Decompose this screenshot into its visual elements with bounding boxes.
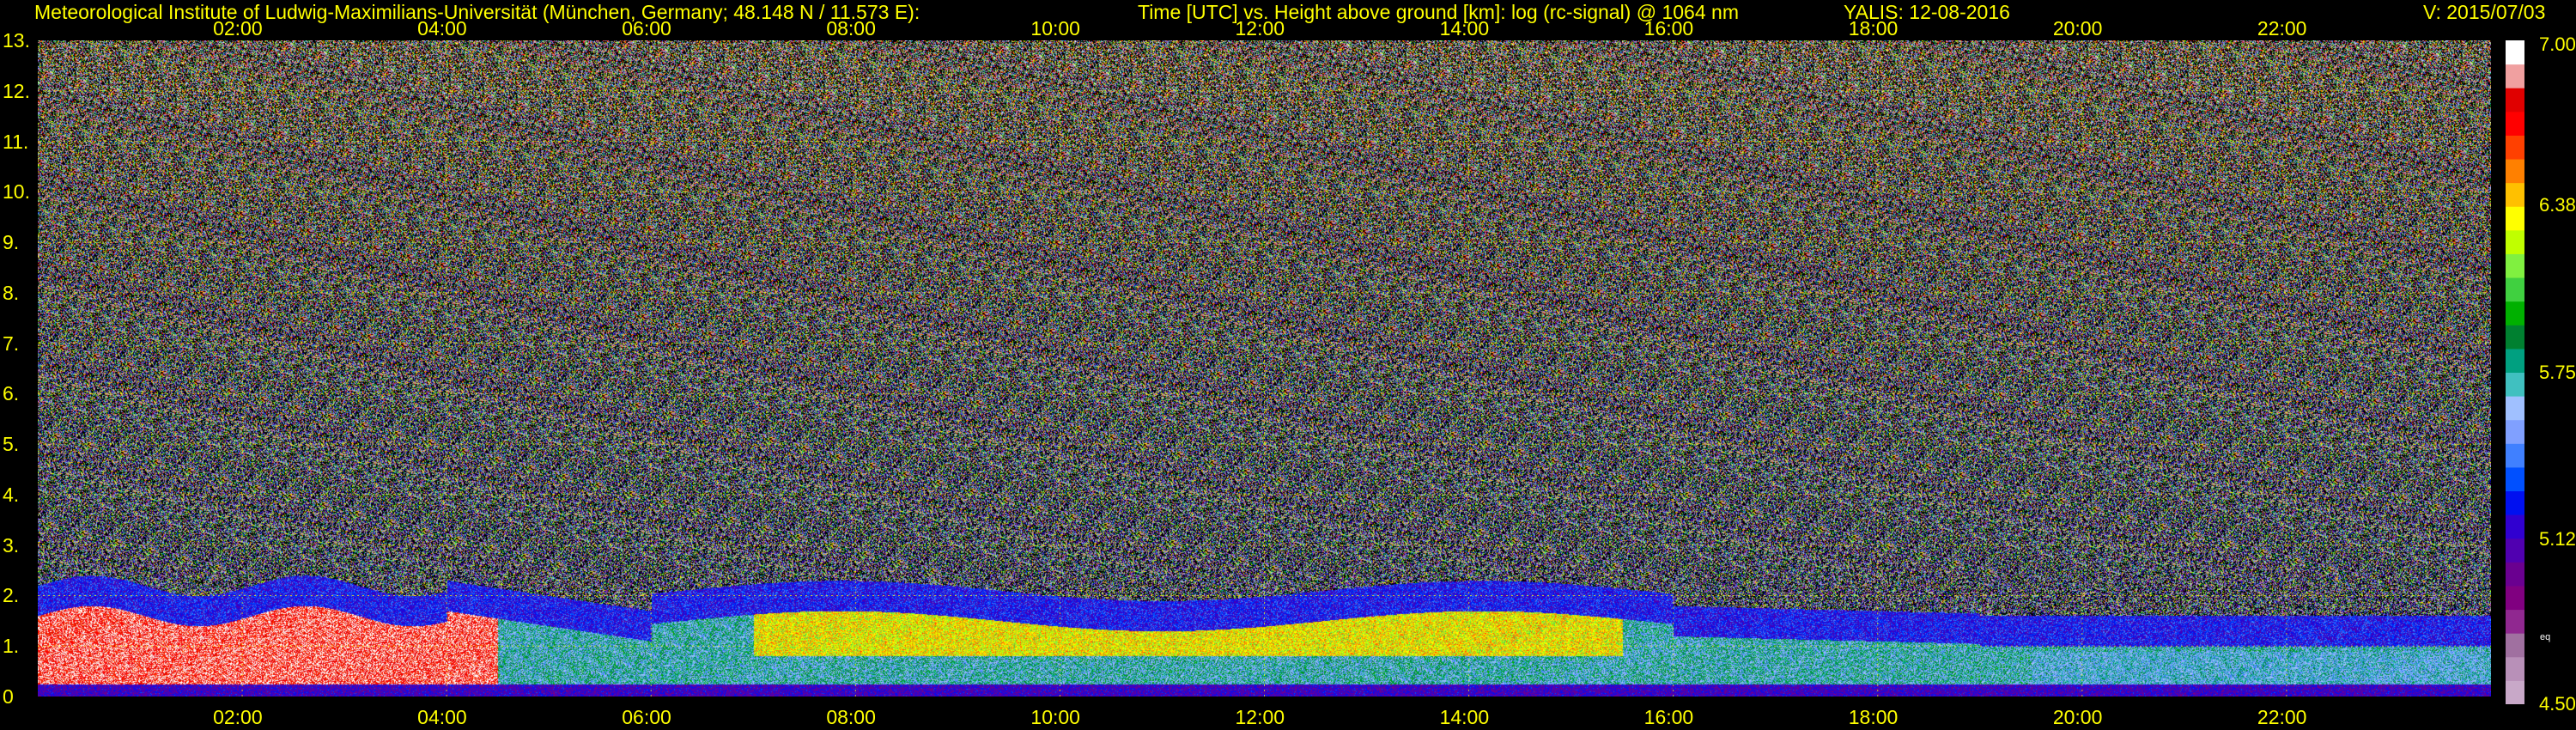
x-tick-label: 08:00 bbox=[826, 706, 876, 728]
colorbar-segment bbox=[2506, 159, 2524, 184]
backscatter-heatmap bbox=[38, 40, 2491, 697]
colorbar-segment bbox=[2506, 182, 2524, 207]
x-tick-label: 02:00 bbox=[213, 706, 263, 728]
y-tick-label: 1. bbox=[3, 635, 20, 658]
x-tick-label: 20:00 bbox=[2052, 17, 2103, 40]
x-tick-label: 06:00 bbox=[622, 17, 671, 40]
x-tick-label: 22:00 bbox=[2257, 706, 2307, 728]
colorbar-segment bbox=[2506, 419, 2524, 444]
colorbar-segment bbox=[2506, 348, 2524, 373]
colorbar-segment bbox=[2506, 253, 2524, 278]
x-tick-label: 04:00 bbox=[417, 706, 467, 728]
y-tick-label: 6. bbox=[3, 382, 20, 405]
colorbar-segment bbox=[2506, 111, 2524, 136]
colorbar-segment bbox=[2506, 325, 2524, 350]
colorbar-segment bbox=[2506, 585, 2524, 611]
y-tick-label: 7. bbox=[3, 332, 20, 355]
colorbar-segment bbox=[2506, 40, 2524, 65]
x-tick-label: 16:00 bbox=[1643, 17, 1694, 40]
x-tick-label: 08:00 bbox=[826, 17, 876, 40]
colorbar-segment bbox=[2506, 633, 2524, 658]
x-tick-label: 02:00 bbox=[213, 17, 263, 40]
x-tick-label: 10:00 bbox=[1030, 17, 1080, 40]
colorbar-segment bbox=[2506, 656, 2524, 681]
y-tick-label: 10. bbox=[3, 180, 30, 204]
y-tick-label: 4. bbox=[3, 483, 20, 506]
colorbar-segment bbox=[2506, 229, 2524, 254]
colorbar-segment bbox=[2506, 396, 2524, 421]
y-tick-label: 8. bbox=[3, 281, 20, 304]
colorbar-segment bbox=[2506, 514, 2524, 539]
x-tick-label: 12:00 bbox=[1235, 706, 1285, 728]
colorbar-tick-label: 6.38 bbox=[2539, 193, 2576, 216]
colorbar-tick-label: 4.50 bbox=[2539, 693, 2576, 715]
header-version: V: 2015/07/03 bbox=[2423, 1, 2546, 23]
colorbar-segment bbox=[2506, 538, 2524, 563]
colorbar-segment bbox=[2506, 372, 2524, 397]
y-tick-label: 9. bbox=[3, 231, 20, 254]
colorbar-tick-label: 7.00 bbox=[2539, 33, 2576, 55]
y-tick-label: 13. bbox=[3, 29, 30, 52]
colorbar-segment bbox=[2506, 443, 2524, 468]
colorbar-eq-label: eq bbox=[2540, 632, 2551, 642]
x-tick-label: 22:00 bbox=[2257, 17, 2307, 40]
colorbar-segment bbox=[2506, 680, 2524, 704]
x-tick-label: 18:00 bbox=[1848, 17, 1899, 40]
colorbar-segment bbox=[2506, 609, 2524, 634]
colorbar-segment bbox=[2506, 490, 2524, 515]
colorbar-segment bbox=[2506, 562, 2524, 587]
colorbar-segment bbox=[2506, 301, 2524, 325]
colorbar-segment bbox=[2506, 88, 2524, 113]
colorbar-segment bbox=[2506, 277, 2524, 302]
x-tick-label: 20:00 bbox=[2052, 706, 2103, 728]
y-tick-label: 0 bbox=[3, 685, 14, 708]
x-tick-label: 04:00 bbox=[417, 17, 467, 40]
y-tick-label: 3. bbox=[3, 533, 20, 557]
colorbar-segment bbox=[2506, 64, 2524, 88]
x-tick-label: 14:00 bbox=[1439, 706, 1490, 728]
colorbar-tick-label: 5.75 bbox=[2539, 361, 2576, 383]
y-tick-label: 12. bbox=[3, 79, 30, 102]
x-tick-label: 06:00 bbox=[622, 706, 671, 728]
y-tick-label: 5. bbox=[3, 433, 20, 456]
x-tick-label: 16:00 bbox=[1643, 706, 1694, 728]
colorbar-segment bbox=[2506, 466, 2524, 492]
y-tick-label: 11. bbox=[3, 130, 29, 153]
colorbar-segment bbox=[2506, 206, 2524, 231]
x-tick-label: 14:00 bbox=[1439, 17, 1490, 40]
x-tick-label: 10:00 bbox=[1030, 706, 1080, 728]
colorbar-tick-label: 5.12 bbox=[2539, 528, 2576, 551]
header-institute: Meteorological Institute of Ludwig-Maxim… bbox=[34, 1, 920, 23]
colorbar bbox=[2506, 40, 2524, 704]
x-tick-label: 18:00 bbox=[1848, 706, 1899, 728]
x-tick-label: 12:00 bbox=[1235, 17, 1285, 40]
y-tick-label: 2. bbox=[3, 584, 20, 607]
colorbar-segment bbox=[2506, 135, 2524, 160]
